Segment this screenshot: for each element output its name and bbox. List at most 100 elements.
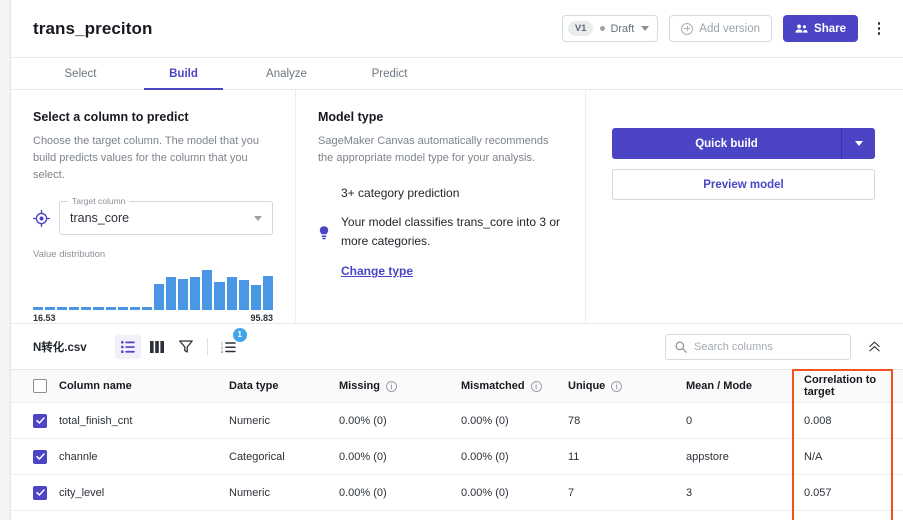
header-mean-mode[interactable]: Mean / Mode bbox=[686, 380, 804, 392]
preview-model-button[interactable]: Preview model bbox=[612, 169, 875, 200]
main-tabs: Select Build Analyze Predict bbox=[11, 58, 903, 90]
histogram-bar bbox=[214, 282, 224, 310]
tab-build[interactable]: Build bbox=[132, 58, 235, 89]
mismatched-cell: 0.00% (0) bbox=[461, 487, 568, 499]
list-view-icon[interactable] bbox=[115, 335, 141, 359]
select-all-cell[interactable] bbox=[11, 379, 59, 393]
missing-cell: 0.00% (0) bbox=[339, 451, 461, 463]
add-version-label: Add version bbox=[699, 23, 760, 35]
quick-build-button[interactable]: Quick build bbox=[612, 128, 841, 159]
select-column-title: Select a column to predict bbox=[33, 110, 273, 124]
row-select-cell[interactable] bbox=[11, 486, 59, 500]
mismatched-cell: 0.00% (0) bbox=[461, 451, 568, 463]
model-type-recommendation: 3+ category prediction Your model classi… bbox=[318, 186, 563, 280]
unique-cell: 7 bbox=[568, 487, 686, 499]
distribution-axis: 16.53 95.83 bbox=[33, 313, 273, 323]
canvas-app-window: trans_preciton V1 Draft Add version bbox=[10, 0, 903, 520]
table-row[interactable]: city_levelNumeric0.00% (0)0.00% (0)730.0… bbox=[11, 474, 903, 510]
row-checkbox[interactable] bbox=[33, 486, 47, 500]
histogram-bar bbox=[190, 277, 200, 310]
chevron-down-icon[interactable] bbox=[641, 26, 649, 31]
view-mode-icons: 1 2 3 1 bbox=[115, 335, 242, 359]
header-data-type[interactable]: Data type bbox=[229, 380, 339, 392]
page-title: trans_preciton bbox=[33, 19, 153, 39]
ordered-list-icon[interactable]: 1 2 3 1 bbox=[216, 335, 242, 359]
header-missing-label: Missing bbox=[339, 380, 380, 392]
model-type-detail: Your model classifies trans_core into 3 … bbox=[341, 213, 563, 250]
mean-mode-cell: appstore bbox=[686, 451, 804, 463]
header-unique[interactable]: Unique i bbox=[568, 380, 686, 392]
chevron-down-icon[interactable] bbox=[254, 216, 262, 221]
columns-table: Column name Data type Missing i Mismatch… bbox=[11, 369, 903, 520]
missing-cell: 0.00% (0) bbox=[339, 415, 461, 427]
data-type-cell: Numeric bbox=[229, 415, 339, 427]
header-missing[interactable]: Missing i bbox=[339, 380, 461, 392]
histogram-bar bbox=[57, 307, 67, 310]
change-type-link[interactable]: Change type bbox=[341, 264, 413, 278]
add-version-button[interactable]: Add version bbox=[669, 15, 772, 42]
header-mismatched-label: Mismatched bbox=[461, 380, 525, 392]
value-distribution-label: Value distribution bbox=[33, 249, 273, 260]
unique-cell: 78 bbox=[568, 415, 686, 427]
search-columns-box[interactable]: Search columns bbox=[665, 334, 851, 360]
people-icon bbox=[795, 23, 808, 34]
mismatched-cell: 0.00% (0) bbox=[461, 415, 568, 427]
search-input[interactable]: Search columns bbox=[694, 341, 773, 353]
select-all-checkbox[interactable] bbox=[33, 379, 47, 393]
table-row[interactable]: total_gmvNumeric0.00% (0)0.00% (0)1552,0… bbox=[11, 510, 903, 520]
table-toolbar: N转化.csv bbox=[11, 324, 903, 369]
mean-mode-cell: 3 bbox=[686, 487, 804, 499]
info-icon[interactable]: i bbox=[611, 381, 622, 392]
quick-build-group: Quick build bbox=[612, 128, 875, 159]
model-type-panel: Model type SageMaker Canvas automaticall… bbox=[296, 90, 586, 323]
axis-max-label: 95.83 bbox=[250, 313, 273, 323]
info-icon[interactable]: i bbox=[531, 381, 542, 392]
kebab-menu-icon[interactable] bbox=[869, 22, 889, 35]
info-icon[interactable]: i bbox=[386, 381, 397, 392]
histogram-bar bbox=[202, 270, 212, 310]
version-status-label: Draft bbox=[610, 23, 634, 35]
header-mismatched[interactable]: Mismatched i bbox=[461, 380, 568, 392]
header-actions: V1 Draft Add version Share bbox=[562, 15, 889, 42]
correlation-cell: 0.008 bbox=[804, 415, 903, 427]
column-name-cell: city_level bbox=[59, 487, 229, 499]
header-column-name[interactable]: Column name bbox=[59, 380, 229, 392]
histogram-bar bbox=[81, 307, 91, 310]
data-type-cell: Numeric bbox=[229, 487, 339, 499]
unique-cell: 11 bbox=[568, 451, 686, 463]
row-select-cell[interactable] bbox=[11, 450, 59, 464]
tab-analyze[interactable]: Analyze bbox=[235, 58, 338, 89]
collapse-panel-button[interactable] bbox=[859, 340, 889, 353]
row-checkbox[interactable] bbox=[33, 414, 47, 428]
share-label: Share bbox=[814, 23, 846, 35]
tab-select[interactable]: Select bbox=[29, 58, 132, 89]
chevron-down-icon bbox=[855, 141, 863, 146]
filter-count-badge: 1 bbox=[233, 328, 247, 342]
target-column-row: Target column trans_core bbox=[33, 201, 273, 235]
dataset-file-name: N转化.csv bbox=[33, 339, 87, 355]
quick-build-dropdown[interactable] bbox=[841, 128, 875, 159]
column-name-cell: channle bbox=[59, 451, 229, 463]
target-column-select[interactable]: Target column trans_core bbox=[59, 201, 273, 235]
select-column-description: Choose the target column. The model that… bbox=[33, 133, 273, 184]
version-selector[interactable]: V1 Draft bbox=[562, 15, 658, 42]
histogram-bar bbox=[263, 276, 273, 310]
tab-predict[interactable]: Predict bbox=[338, 58, 441, 89]
value-distribution-chart bbox=[33, 264, 273, 310]
row-checkbox[interactable] bbox=[33, 450, 47, 464]
table-row[interactable]: total_finish_cntNumeric0.00% (0)0.00% (0… bbox=[11, 402, 903, 438]
column-name-cell: total_finish_cnt bbox=[59, 415, 229, 427]
table-row[interactable]: channleCategorical0.00% (0)0.00% (0)11ap… bbox=[11, 438, 903, 474]
histogram-bar bbox=[33, 307, 43, 310]
toolbar-divider bbox=[207, 338, 208, 355]
select-column-panel: Select a column to predict Choose the ta… bbox=[11, 90, 296, 323]
row-select-cell[interactable] bbox=[11, 414, 59, 428]
filter-icon[interactable] bbox=[173, 335, 199, 359]
version-status: Draft bbox=[600, 23, 634, 35]
histogram-bar bbox=[45, 307, 55, 310]
search-icon bbox=[675, 341, 687, 353]
header-unique-label: Unique bbox=[568, 380, 605, 392]
column-view-icon[interactable] bbox=[144, 335, 170, 359]
share-button[interactable]: Share bbox=[783, 15, 858, 42]
header-correlation[interactable]: Correlation to target bbox=[804, 374, 903, 398]
